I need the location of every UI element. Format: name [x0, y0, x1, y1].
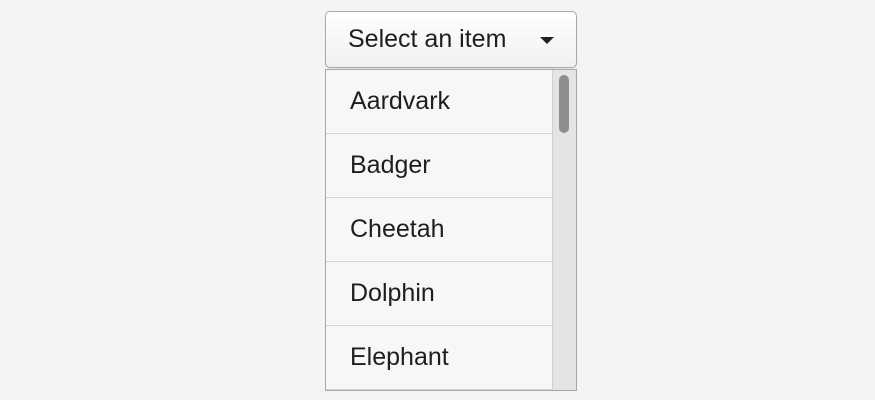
dropdown-menu[interactable]: Aardvark Badger Cheetah Dolphin Elephant: [325, 69, 577, 391]
menu-item-aardvark[interactable]: Aardvark: [326, 70, 552, 134]
dropdown-label: Select an item: [348, 25, 507, 53]
item-dropdown[interactable]: Select an item Aardvark Badger Cheetah D…: [325, 11, 577, 391]
menu-item-dolphin[interactable]: Dolphin: [326, 262, 552, 326]
menu-list: Aardvark Badger Cheetah Dolphin Elephant: [326, 70, 552, 390]
caret-down-icon: [540, 37, 554, 44]
dropdown-toggle-button[interactable]: Select an item: [325, 11, 577, 68]
scrollbar-track[interactable]: [552, 70, 576, 390]
menu-item-cheetah[interactable]: Cheetah: [326, 198, 552, 262]
menu-item-badger[interactable]: Badger: [326, 134, 552, 198]
menu-item-elephant[interactable]: Elephant: [326, 326, 552, 390]
scrollbar-thumb[interactable]: [559, 75, 569, 133]
